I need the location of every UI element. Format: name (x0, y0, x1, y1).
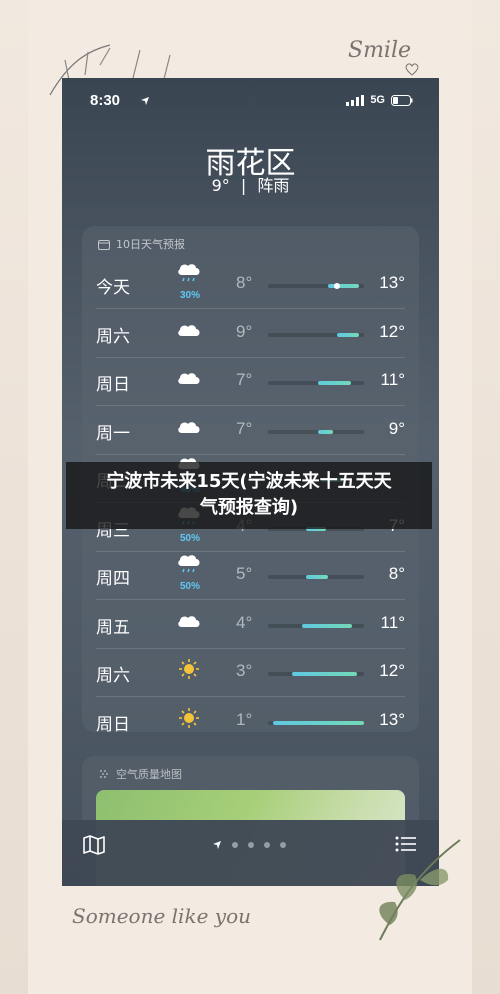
forecast-day: 周六 (96, 326, 130, 347)
cloud-icon (175, 318, 203, 342)
forecast-day: 今天 (96, 278, 130, 298)
location-arrow-icon (141, 97, 149, 105)
temp-range-track (268, 575, 364, 579)
high-temp: 11° (380, 370, 405, 389)
temp-range-track (268, 381, 364, 385)
temp-range-track (268, 672, 364, 676)
temp-range-track (268, 429, 364, 434)
forecast-day: 周五 (96, 617, 130, 638)
temp-range-bar (301, 623, 353, 628)
air-quality-title: 空气质量地图 (116, 768, 182, 781)
forecast-row[interactable]: 周日 1° 13° (82, 697, 419, 746)
forecast-row[interactable]: 周一 7° 9° (82, 406, 419, 455)
calendar-icon (98, 239, 110, 250)
page-dot[interactable] (264, 842, 270, 848)
temp-range-bar (337, 332, 360, 337)
forecast-row[interactable]: 周六 3° 12° (82, 648, 419, 697)
forecast-day: 周日 (96, 375, 130, 395)
heart-doodle-icon (405, 63, 419, 76)
temp-range-bar (292, 672, 358, 676)
sun-icon (175, 657, 203, 681)
status-bar: 8:30 5G (62, 92, 439, 114)
caption-line-2: 气预报查询) (199, 497, 299, 518)
summary-divider: | (240, 176, 247, 195)
temp-range-track (268, 720, 364, 725)
forecast-day: 周六 (96, 666, 130, 686)
temp-range-track (268, 283, 364, 289)
high-temp: 12° (379, 661, 405, 680)
forecast-header: 10日天气预报 (98, 236, 185, 252)
low-temp: 4° (236, 612, 253, 632)
article-caption-overlay: 宁波市未来15天(宁波未来十五天天 气预报查询) (66, 462, 432, 529)
battery-icon (391, 94, 413, 106)
page-indicator[interactable] (212, 840, 286, 850)
network-label: 5G (370, 94, 385, 106)
high-temp: 13° (379, 273, 405, 292)
temp-range-bar (317, 381, 351, 385)
high-temp: 9° (388, 418, 405, 438)
forecast-day: 周日 (96, 714, 130, 735)
someone-like-you-handwriting: Someone like you (72, 904, 251, 928)
low-temp: 5° (236, 564, 253, 583)
leaf-doodle (379, 839, 461, 941)
current-temp-dot (334, 283, 341, 289)
page-dot[interactable] (232, 842, 238, 848)
forecast-row[interactable]: 周日 7° 11° (82, 357, 419, 406)
low-temp: 7° (236, 370, 253, 389)
sun-icon (175, 706, 203, 730)
low-temp: 1° (236, 709, 253, 729)
smile-handwriting: Smile (348, 38, 412, 63)
current-temp: 9° (211, 176, 230, 195)
precip-chance: 30% (179, 290, 200, 301)
temp-range-bar (306, 575, 328, 579)
forecast-row[interactable]: 周四 50% 5° 8° (82, 551, 419, 600)
temp-range-track (268, 623, 364, 628)
current-summary: 9° | 阵雨 (62, 172, 439, 196)
high-temp: 8° (388, 564, 405, 583)
signal-icon (346, 94, 365, 106)
location-page-icon[interactable] (212, 840, 222, 850)
temp-range-bar (272, 720, 364, 725)
air-quality-header: 空气质量地图 (98, 766, 182, 782)
forecast-row[interactable]: 周五 4° 11° (82, 600, 419, 649)
high-temp: 13° (379, 709, 405, 729)
low-temp: 8° (236, 273, 253, 292)
precip-chance: 50% (179, 532, 200, 544)
air-quality-icon (100, 770, 108, 778)
high-temp: 12° (379, 321, 405, 341)
current-condition: 阵雨 (257, 176, 290, 195)
high-temp: 11° (380, 612, 405, 632)
forecast-title: 10日天气预报 (116, 238, 185, 251)
temp-range-bar (317, 429, 334, 434)
caption-line-1: 宁波市未来15天(宁波未来十五天天 (106, 471, 392, 492)
cloud-icon (175, 609, 203, 633)
precip-chance: 50% (179, 581, 200, 592)
temp-range-track (268, 332, 364, 337)
forecast-row[interactable]: 周六 9° 12° (82, 309, 419, 358)
forecast-day: 周一 (96, 423, 130, 444)
page-dot[interactable] (280, 842, 286, 848)
cloud-icon (175, 415, 203, 439)
forecast-day: 周四 (96, 569, 130, 589)
temp-range-bar (327, 284, 360, 288)
page-dot[interactable] (248, 842, 254, 848)
rain-cloud-icon (175, 262, 203, 286)
map-icon[interactable] (82, 834, 106, 856)
cloud-icon (175, 366, 203, 390)
low-temp: 3° (236, 661, 253, 680)
forecast-row[interactable]: 今天 30% 8° 13° (82, 260, 419, 309)
low-temp: 9° (236, 321, 253, 341)
low-temp: 7° (236, 418, 253, 438)
rain-cloud-icon (175, 553, 203, 577)
status-time: 8:30 (90, 92, 121, 109)
